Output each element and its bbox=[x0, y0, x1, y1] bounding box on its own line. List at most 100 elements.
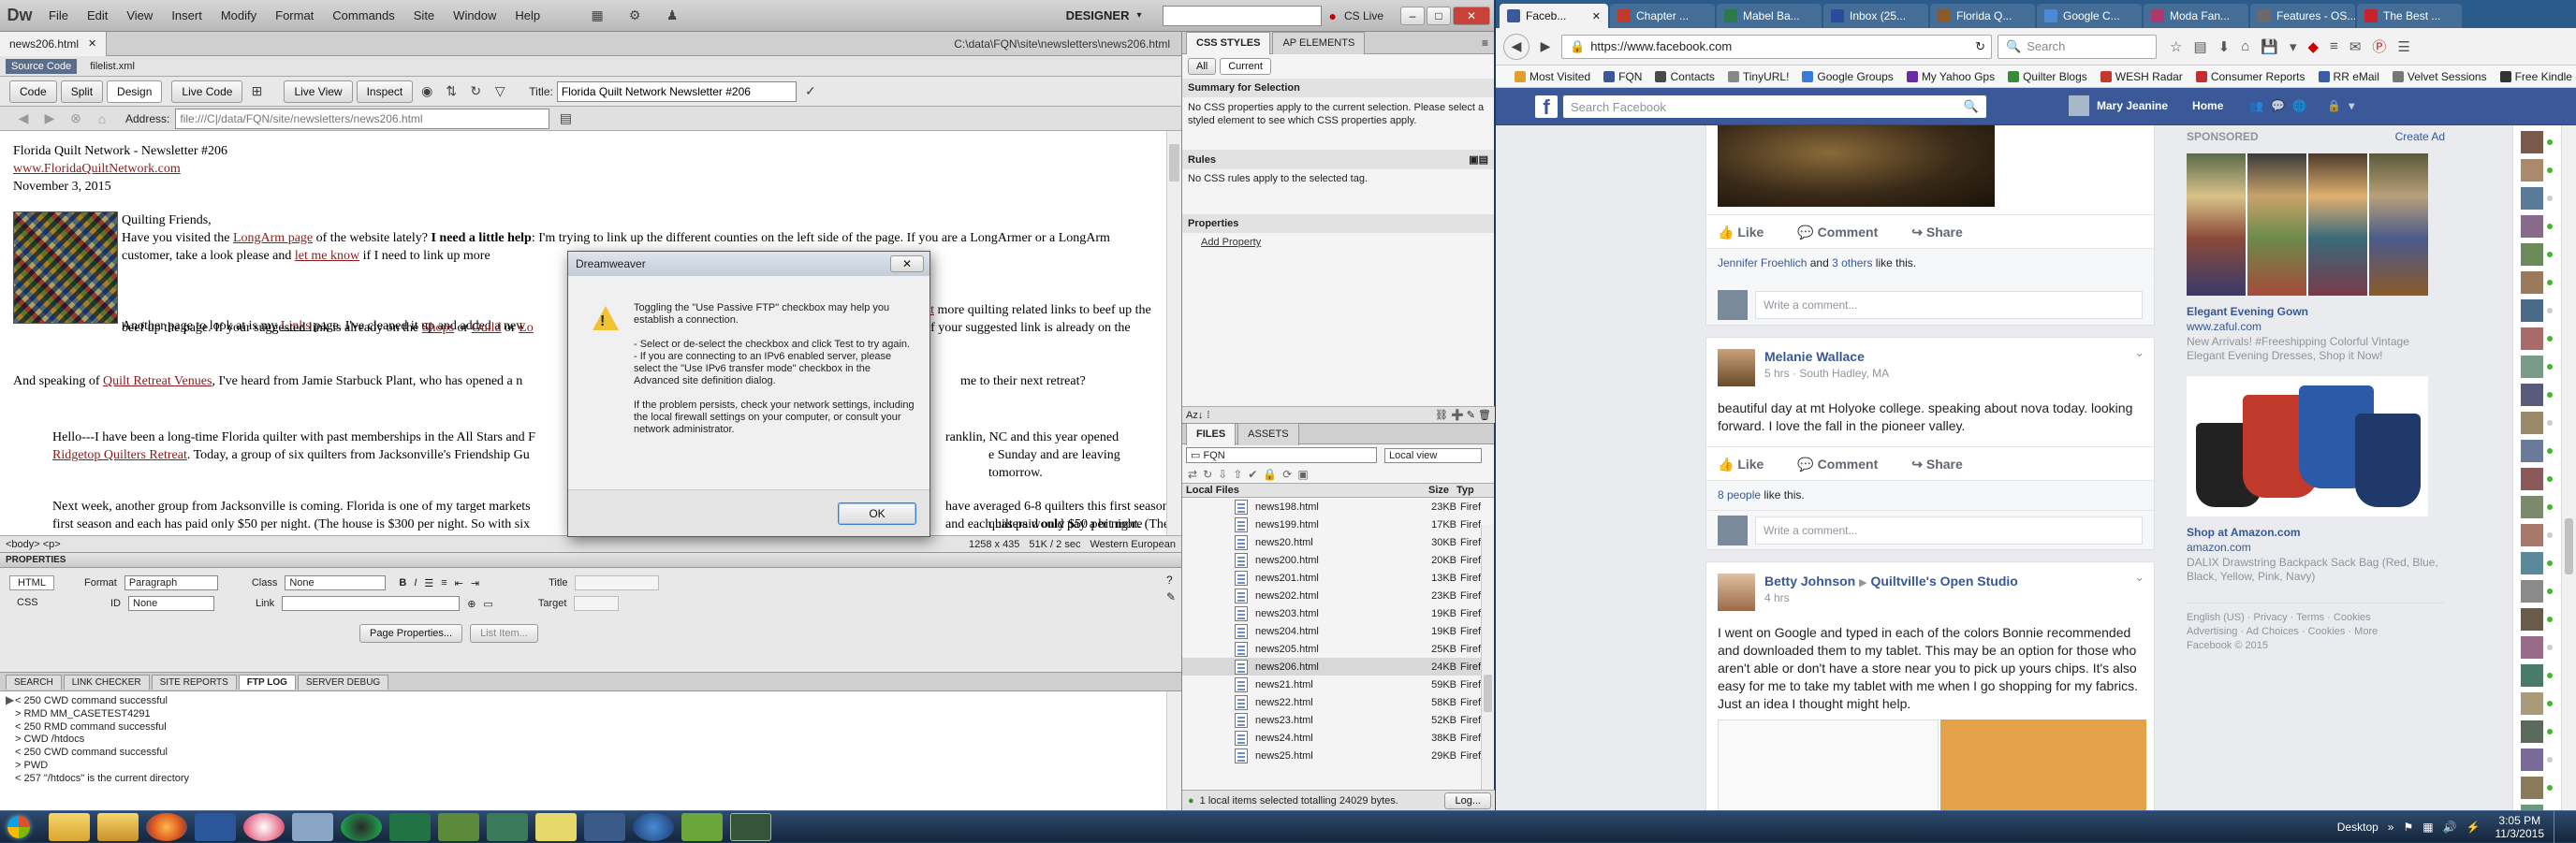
menu-icon[interactable]: ≡ bbox=[2330, 38, 2338, 54]
browser-tab[interactable]: Faceb... ✕ bbox=[1500, 4, 1608, 28]
filelist-tab[interactable]: filelist.xml bbox=[90, 61, 135, 72]
menu-help[interactable]: Help bbox=[505, 8, 549, 22]
fb-user-avatar[interactable] bbox=[2069, 95, 2089, 116]
share-icon[interactable]: ✉ bbox=[2349, 38, 2362, 55]
expand-icon[interactable]: ▣ bbox=[1297, 468, 1308, 481]
dialog-close-button[interactable]: ✕ bbox=[890, 255, 924, 272]
page-properties-button[interactable]: Page Properties... bbox=[359, 624, 463, 643]
addon-icon[interactable]: ▾ bbox=[2290, 38, 2297, 55]
outdent-icon[interactable]: ⇤ bbox=[455, 577, 463, 589]
menu-window[interactable]: Window bbox=[444, 8, 505, 22]
app3-icon[interactable] bbox=[487, 812, 528, 841]
create-ad-link[interactable]: Create Ad bbox=[2395, 130, 2445, 143]
footer-ad-choices[interactable]: Ad Choices bbox=[2247, 626, 2299, 637]
ad-2-image[interactable] bbox=[2187, 376, 2428, 516]
menu-insert[interactable]: Insert bbox=[162, 8, 212, 22]
ridgetop-link[interactable]: Ridgetop Quilters Retreat bbox=[52, 448, 187, 462]
ff-reload-icon[interactable]: ↻ bbox=[1975, 39, 1991, 54]
footer-language[interactable]: English (US) bbox=[2187, 612, 2245, 623]
browser-tab[interactable]: Features - OS... bbox=[2250, 4, 2355, 28]
file-list-scroll[interactable] bbox=[1481, 525, 1494, 804]
post-3-group[interactable]: Quiltville's Open Studio bbox=[1870, 574, 2017, 589]
put-files-icon[interactable]: ⇧ bbox=[1233, 468, 1242, 481]
results-tab-search[interactable]: SEARCH bbox=[6, 674, 62, 690]
source-code-tab[interactable]: Source Code bbox=[6, 58, 78, 74]
home-icon[interactable]: ⌂ bbox=[92, 109, 112, 129]
refresh-files-icon[interactable]: ↻ bbox=[1203, 468, 1212, 481]
format-select[interactable]: Paragraph bbox=[124, 575, 218, 590]
page-title-input[interactable] bbox=[556, 80, 797, 102]
desktop-toolbar[interactable]: Desktop bbox=[2337, 821, 2378, 834]
browse-folder-icon[interactable]: ▭ bbox=[483, 598, 492, 610]
file-row[interactable]: news198.html 23KB Firef bbox=[1182, 498, 1494, 516]
like-button[interactable]: 👍 Like bbox=[1718, 225, 1764, 240]
results-tab-ftp-log[interactable]: FTP LOG bbox=[238, 674, 296, 690]
title-prop-input[interactable] bbox=[575, 575, 660, 590]
download-icon[interactable]: ⬇ bbox=[2218, 38, 2231, 55]
bookmark-item[interactable]: Free Kindle bbox=[2499, 70, 2572, 83]
hamburger-icon[interactable]: ☰ bbox=[2397, 38, 2409, 55]
assets-tab[interactable]: ASSETS bbox=[1237, 422, 1299, 445]
doc-tab[interactable]: news206.html ✕ bbox=[0, 31, 108, 56]
dreamweaver-taskbar-icon[interactable] bbox=[730, 812, 771, 841]
live-view-button[interactable]: Live View bbox=[284, 80, 353, 103]
footer-advertising[interactable]: Advertising bbox=[2187, 626, 2237, 637]
window-size[interactable]: 1258 x 435 bbox=[969, 539, 1019, 550]
css-all-button[interactable]: All bbox=[1188, 58, 1217, 75]
post-3-image-left[interactable] bbox=[1718, 719, 1939, 810]
col-local-files[interactable]: Local Files bbox=[1186, 485, 1428, 496]
post-photo[interactable] bbox=[1718, 125, 1995, 207]
show-list-icon[interactable]: ⁞ bbox=[1207, 410, 1209, 421]
address-input[interactable] bbox=[175, 108, 550, 129]
show-category-icon[interactable]: Az↓ bbox=[1186, 410, 1203, 421]
post-3-menu-icon[interactable]: ⌄ bbox=[2134, 570, 2144, 585]
browser-tab[interactable]: The Best ... bbox=[2357, 4, 2462, 28]
panel-menu-icon[interactable]: ≡ bbox=[1482, 36, 1494, 50]
close-tab-icon[interactable]: ✕ bbox=[88, 37, 96, 50]
target-select[interactable] bbox=[574, 596, 620, 611]
col-size[interactable]: Size bbox=[1428, 485, 1456, 496]
folder-icon[interactable] bbox=[97, 812, 139, 841]
save-icon[interactable]: 💾 bbox=[2261, 38, 2278, 55]
file-row[interactable]: news206.html 24KB Firef bbox=[1182, 658, 1494, 676]
close-button[interactable]: ✕ bbox=[1453, 6, 1490, 25]
file-row[interactable]: news204.html 19KB Firef bbox=[1182, 622, 1494, 640]
browser-tab[interactable]: Google C... bbox=[2037, 4, 2142, 28]
file-row[interactable]: news199.html 17KB Firef bbox=[1182, 516, 1494, 533]
file-row[interactable]: news23.html 52KB Firef bbox=[1182, 711, 1494, 729]
likes-count-link[interactable]: 8 people bbox=[1718, 488, 1761, 501]
browser-tab[interactable]: Moda Fan... bbox=[2144, 4, 2248, 28]
checkout-icon[interactable]: ✔ bbox=[1248, 468, 1257, 481]
site-select[interactable]: ▭ FQN bbox=[1186, 447, 1377, 463]
connect-icon[interactable]: ⇄ bbox=[1188, 468, 1197, 481]
excel-icon[interactable] bbox=[389, 812, 431, 841]
share-button[interactable]: ↪ Share bbox=[1911, 225, 1963, 240]
results-tab-site-reports[interactable]: SITE REPORTS bbox=[151, 674, 237, 690]
inspect-button[interactable]: Inspect bbox=[356, 80, 414, 103]
site-icon[interactable]: ♟ bbox=[662, 6, 682, 26]
tag-selector[interactable]: <body> <p> bbox=[6, 539, 61, 550]
code-view-button[interactable]: Code bbox=[9, 80, 57, 103]
maximize-button[interactable]: □ bbox=[1427, 6, 1451, 25]
link-input[interactable] bbox=[282, 596, 461, 611]
footer-cookies[interactable]: Cookies bbox=[2334, 612, 2371, 623]
menu-edit[interactable]: Edit bbox=[78, 8, 117, 22]
back-icon[interactable]: ◀ bbox=[13, 109, 34, 129]
browser-tab[interactable]: Chapter ... bbox=[1610, 4, 1715, 28]
spotify-icon[interactable] bbox=[341, 812, 382, 841]
post-2-avatar[interactable] bbox=[1718, 349, 1755, 386]
bookmark-item[interactable]: TinyURL! bbox=[1727, 70, 1789, 83]
css-actions-icons[interactable]: ⛓ ➕ ✎ 🗑 bbox=[1435, 409, 1495, 421]
footer-terms[interactable]: Terms bbox=[2296, 612, 2324, 623]
menu-commands[interactable]: Commands bbox=[323, 8, 403, 22]
class-select[interactable]: None bbox=[285, 575, 387, 590]
menu-site[interactable]: Site bbox=[404, 8, 444, 22]
browser-tab[interactable]: Mabel Ba... bbox=[1717, 4, 1822, 28]
bold-button[interactable]: B bbox=[399, 577, 406, 589]
notes-icon[interactable] bbox=[535, 812, 577, 841]
file-row[interactable]: news202.html 23KB Firef bbox=[1182, 587, 1494, 604]
file-row[interactable]: news205.html 25KB Firef bbox=[1182, 640, 1494, 658]
design-vscroll[interactable] bbox=[1166, 131, 1181, 535]
file-row[interactable]: news20.html 30KB Firef bbox=[1182, 533, 1494, 551]
ff-forward-icon[interactable]: ▶ bbox=[1535, 36, 1556, 57]
